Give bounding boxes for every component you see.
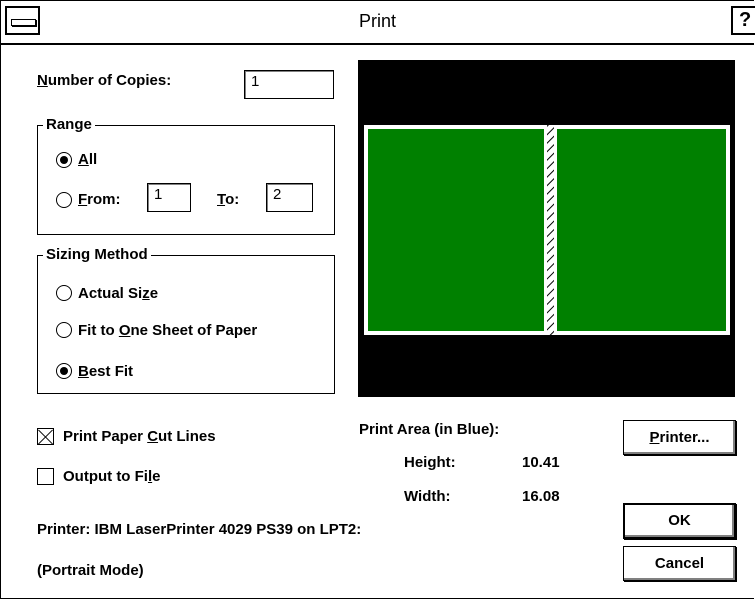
preview-page-right	[553, 125, 730, 335]
copies-input[interactable]: 1	[244, 70, 334, 99]
preview-cut-line	[547, 125, 554, 335]
dialog-title: Print	[358, 11, 396, 31]
print-dialog: Print ? Number of Copies: 1 Range All Fr…	[0, 0, 755, 599]
height-label: Height:	[404, 454, 456, 471]
title-bar: Print ?	[1, 1, 755, 45]
sizing-best-fit-label[interactable]: Best Fit	[78, 363, 133, 380]
range-all-label[interactable]: All	[78, 151, 97, 168]
sizing-fit-one-label[interactable]: Fit to One Sheet of Paper	[78, 322, 257, 339]
print-cut-lines-label[interactable]: Print Paper Cut Lines	[63, 428, 216, 445]
preview-graphic	[364, 125, 730, 335]
copies-label: Number of Copies:	[37, 72, 172, 89]
range-from-radio[interactable]	[56, 192, 72, 208]
help-button[interactable]: ?	[731, 6, 755, 35]
sizing-best-fit-radio[interactable]	[56, 363, 72, 379]
printer-mode: (Portrait Mode)	[37, 562, 144, 579]
ok-button[interactable]: OK	[623, 503, 736, 539]
sizing-group-title: Sizing Method	[43, 246, 151, 263]
printer-button[interactable]: Printer...	[623, 420, 736, 455]
print-area-title: Print Area (in Blue):	[359, 421, 500, 438]
print-preview	[358, 60, 735, 397]
range-group: Range	[37, 116, 335, 235]
height-value: 10.41	[522, 454, 560, 471]
range-to-input[interactable]: 2	[266, 183, 313, 212]
width-value: 16.08	[522, 488, 560, 505]
print-cut-lines-checkbox[interactable]	[37, 428, 54, 445]
sizing-fit-one-radio[interactable]	[56, 322, 72, 338]
width-label: Width:	[404, 488, 451, 505]
range-from-label: From:	[78, 191, 121, 208]
range-to-label: To:	[217, 191, 240, 208]
output-to-file-label[interactable]: Output to File	[63, 468, 160, 485]
printer-info: Printer: IBM LaserPrinter 4029 PS39 on L…	[37, 521, 362, 538]
cancel-button[interactable]: Cancel	[623, 546, 736, 581]
range-group-title: Range	[43, 116, 95, 133]
range-from-input[interactable]: 1	[147, 183, 191, 212]
output-to-file-checkbox[interactable]	[37, 468, 54, 485]
preview-page-left	[364, 125, 548, 335]
range-all-radio[interactable]	[56, 152, 72, 168]
sizing-actual-label[interactable]: Actual Size	[78, 285, 158, 302]
sizing-actual-radio[interactable]	[56, 285, 72, 301]
